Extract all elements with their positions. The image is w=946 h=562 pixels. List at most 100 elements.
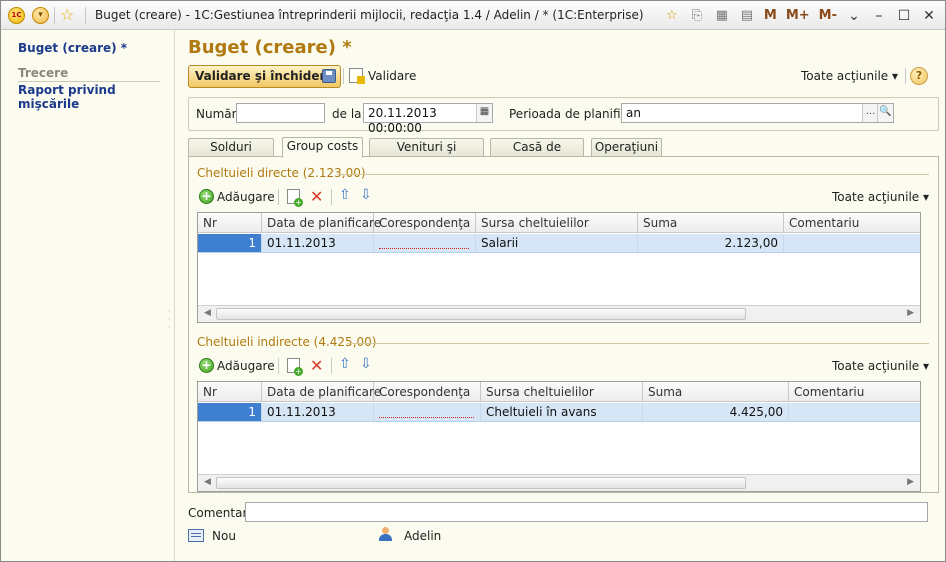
direct-costs-table[interactable]: Nr Data de planificare Corespondenţa Sur…	[197, 212, 921, 323]
indirect-costs-toolbar: + Adăugare ✕ ⇧ ⇩ Toate acţiunile ▾	[199, 355, 929, 377]
column-header-correspondence[interactable]: Corespondenţa	[374, 213, 476, 233]
nav-current-item[interactable]: Buget (creare) *	[18, 41, 127, 55]
scroll-right-icon[interactable]: ▶	[907, 308, 914, 318]
horizontal-scrollbar[interactable]: ◀ ▶	[198, 305, 920, 322]
save-icon[interactable]	[322, 69, 336, 83]
column-header-sum[interactable]: Suma	[638, 213, 784, 233]
delete-icon[interactable]: ✕	[310, 356, 323, 375]
cell-nr[interactable]: 1	[198, 234, 262, 252]
main-menu-icon[interactable]: ▾	[32, 7, 49, 24]
nav-link-movements-report[interactable]: Raport privind mişcările	[18, 83, 174, 111]
add-icon[interactable]: +	[199, 189, 214, 204]
post-and-close-button[interactable]: Validare şi închidere	[188, 65, 341, 88]
table-row[interactable]: 1 01.11.2013 Cheltuieli în avans 4.425,0…	[198, 403, 920, 422]
section-divider	[337, 174, 929, 175]
delete-icon[interactable]: ✕	[310, 187, 323, 206]
cell-sum[interactable]: 2.123,00	[638, 234, 784, 252]
column-header-source[interactable]: Sursa cheltuielilor	[476, 213, 638, 233]
post-button[interactable]: Validare	[368, 69, 416, 83]
cell-sum[interactable]: 4.425,00	[643, 403, 789, 421]
cell-date[interactable]: 01.11.2013	[262, 234, 374, 252]
scroll-left-icon[interactable]: ◀	[204, 308, 211, 318]
title-bar: 1C ▾ ☆ Buget (creare) - 1C:Gestiunea înt…	[1, 1, 945, 30]
minimize-icon[interactable]: –	[871, 8, 887, 24]
toolbar-separator	[343, 68, 344, 84]
search-icon[interactable]: 🔍	[877, 104, 893, 122]
copy-icon[interactable]	[287, 189, 303, 207]
number-field[interactable]	[236, 103, 325, 123]
column-header-date[interactable]: Data de planificare	[262, 213, 381, 233]
column-header-date[interactable]: Data de planificare	[262, 382, 381, 402]
cell-correspondence[interactable]	[374, 234, 476, 252]
navigation-panel: Buget (creare) * Trecere Raport privind …	[1, 30, 175, 561]
planning-period-field[interactable]: an ... 🔍	[621, 103, 894, 123]
memory-add-button[interactable]: M+	[786, 8, 810, 23]
copy-icon[interactable]	[287, 358, 303, 376]
author-name: Adelin	[404, 529, 442, 543]
scrollbar-thumb[interactable]	[216, 308, 746, 320]
add-button[interactable]: Adăugare	[217, 190, 275, 204]
maximize-icon[interactable]: ☐	[896, 8, 912, 24]
column-header-nr[interactable]: Nr	[198, 382, 262, 402]
required-field-marker	[379, 417, 474, 418]
favorites-star-icon[interactable]: ☆	[60, 5, 74, 24]
column-header-source[interactable]: Sursa cheltuielilor	[481, 382, 643, 402]
tab-content: Cheltuieli directe (2.123,00) + Adăugare…	[188, 156, 939, 493]
tab-opening-balances[interactable]: Solduri iniţiale	[188, 138, 274, 171]
indirect-costs-title: Cheltuieli indirecte (4.425,00)	[197, 335, 377, 349]
cell-source[interactable]: Cheltuieli în avans	[481, 403, 643, 421]
column-header-sum[interactable]: Suma	[643, 382, 789, 402]
history-icon[interactable]: ⎘	[689, 8, 705, 23]
cell-comment[interactable]	[784, 234, 920, 252]
date-field[interactable]: 20.11.2013 00:00:00 ▦	[363, 103, 493, 135]
move-down-icon[interactable]: ⇩	[360, 187, 372, 203]
table-row[interactable]: 1 01.11.2013 Salarii 2.123,00	[198, 234, 920, 253]
memory-subtract-button[interactable]: M-	[819, 8, 837, 23]
move-down-icon[interactable]: ⇩	[360, 356, 372, 372]
move-up-icon[interactable]: ⇧	[339, 356, 351, 372]
section-divider	[347, 343, 929, 344]
cell-correspondence[interactable]	[374, 403, 481, 421]
add-icon[interactable]: +	[199, 358, 214, 373]
cell-date[interactable]: 01.11.2013	[262, 403, 374, 421]
app-window: 1C ▾ ☆ Buget (creare) - 1C:Gestiunea înt…	[0, 0, 946, 562]
indirect-costs-table[interactable]: Nr Data de planificare Corespondenţa Sur…	[197, 381, 921, 492]
tab-group-costs[interactable]: Group costs	[282, 137, 363, 158]
add-button[interactable]: Adăugare	[217, 359, 275, 373]
all-actions-menu[interactable]: Toate acţiunile ▾	[801, 69, 898, 83]
column-header-comment[interactable]: Comentariu	[784, 213, 920, 233]
column-header-comment[interactable]: Comentariu	[789, 382, 920, 402]
column-header-nr[interactable]: Nr	[198, 213, 262, 233]
all-actions-menu[interactable]: Toate acţiunile ▾	[832, 359, 929, 373]
scroll-right-icon[interactable]: ▶	[907, 477, 914, 487]
1c-logo-icon[interactable]: 1C	[8, 7, 25, 24]
title-separator	[85, 7, 86, 24]
tab-income-expenses[interactable]: Venituri şi cheltuieli	[369, 138, 484, 171]
scroll-left-icon[interactable]: ◀	[204, 477, 211, 487]
comment-field[interactable]	[245, 502, 928, 522]
all-actions-menu[interactable]: Toate acţiunile ▾	[832, 190, 929, 204]
required-field-marker	[379, 248, 469, 249]
splitter-handle[interactable]: · · ·	[168, 308, 172, 332]
tab-cash-register[interactable]: Casă de marcat	[490, 138, 584, 171]
scrollbar-thumb[interactable]	[216, 477, 746, 489]
calendar-icon[interactable]: ▦	[476, 104, 492, 122]
select-button[interactable]: ...	[862, 104, 878, 122]
window-title: Buget (creare) - 1C:Gestiunea întreprind…	[95, 8, 644, 22]
post-document-icon[interactable]	[349, 68, 365, 84]
cell-comment[interactable]	[789, 403, 920, 421]
add-favorite-icon[interactable]: ☆	[664, 8, 680, 23]
cell-source[interactable]: Salarii	[476, 234, 638, 252]
horizontal-scrollbar[interactable]: ◀ ▶	[198, 474, 920, 491]
dropdown-icon[interactable]: ⌄	[846, 8, 862, 24]
toolbar-separator	[331, 358, 332, 374]
close-icon[interactable]: ✕	[921, 8, 937, 24]
tab-operations[interactable]: Operaţiuni	[591, 138, 662, 157]
column-header-correspondence[interactable]: Corespondenţa	[374, 382, 481, 402]
cell-nr[interactable]: 1	[198, 403, 262, 421]
help-icon[interactable]: ?	[910, 67, 928, 85]
move-up-icon[interactable]: ⇧	[339, 187, 351, 203]
memory-store-button[interactable]: M	[764, 8, 777, 23]
calculator-icon[interactable]: ▦	[714, 8, 730, 23]
calendar-icon[interactable]: ▤	[739, 8, 755, 23]
